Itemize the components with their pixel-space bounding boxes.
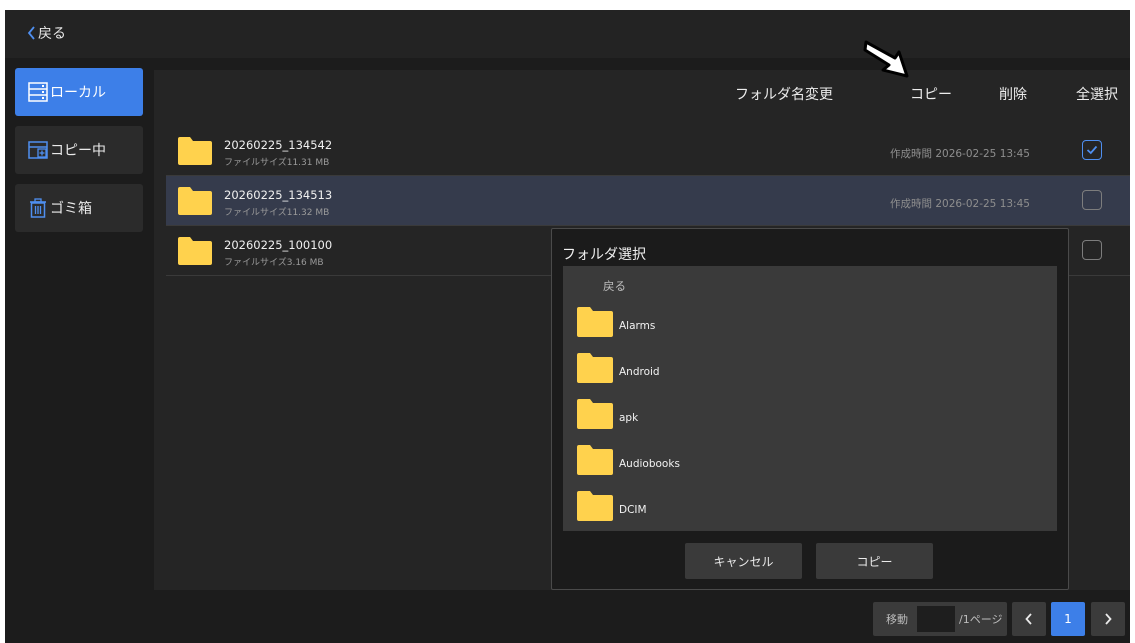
file-created-time: 作成時間 2026-02-25 13:45	[890, 198, 1030, 210]
folder-name: Audiobooks	[619, 458, 680, 470]
prev-page-button[interactable]	[1012, 602, 1046, 636]
folder-icon	[577, 491, 613, 525]
folder-name: Alarms	[619, 320, 656, 332]
sidebar: ローカル コピー中 ゴミ箱	[15, 68, 143, 242]
folder-icon	[577, 399, 613, 433]
app-screen: 戻る ローカル コピー中 ゴミ箱 フォルダ名変更 コピー 削除 全選択 2026…	[5, 10, 1130, 643]
sidebar-item-copying[interactable]: コピー中	[15, 126, 143, 174]
dialog-back-button[interactable]: 戻る	[603, 278, 626, 294]
folder-name: DCIM	[619, 504, 647, 516]
rename-folder-button[interactable]: フォルダ名変更	[735, 84, 833, 104]
file-row[interactable]: 20260225_134513 ファイルサイズ11.32 MB 作成時間 202…	[166, 176, 1130, 226]
folder-item-audiobooks[interactable]: Audiobooks	[577, 440, 1037, 480]
chevron-right-icon	[1105, 613, 1112, 625]
sidebar-item-label: コピー中	[50, 143, 106, 159]
copying-icon	[28, 140, 48, 160]
file-name: 20260225_134542	[224, 138, 333, 152]
cancel-button[interactable]: キャンセル	[685, 543, 802, 579]
folder-item-alarms[interactable]: Alarms	[577, 302, 1037, 342]
file-checkbox[interactable]	[1082, 240, 1102, 260]
file-size: ファイルサイズ3.16 MB	[224, 258, 324, 268]
goto-label: 移動	[886, 613, 908, 626]
folder-icon	[577, 445, 613, 479]
top-bar: 戻る	[5, 10, 1130, 58]
file-size: ファイルサイズ11.32 MB	[224, 208, 330, 218]
folder-name: apk	[619, 412, 639, 424]
file-checkbox[interactable]	[1082, 190, 1102, 210]
back-button[interactable]: 戻る	[27, 23, 66, 43]
select-all-button[interactable]: 全選択	[1076, 84, 1118, 104]
page-button-current[interactable]: 1	[1051, 602, 1085, 636]
toolbar: フォルダ名変更 コピー 削除 全選択	[154, 70, 1130, 118]
sidebar-item-trash[interactable]: ゴミ箱	[15, 184, 143, 232]
file-checkbox[interactable]	[1082, 140, 1102, 160]
page-number-input[interactable]	[917, 606, 955, 632]
storage-icon	[28, 82, 48, 102]
page-jump: 移動 /1ページ	[873, 602, 1007, 636]
total-pages-label: /1ページ	[959, 613, 1003, 626]
folder-select-dialog: フォルダ選択 戻る Alarms Android apk Audiobooks …	[551, 228, 1069, 590]
folder-list[interactable]: 戻る Alarms Android apk Audiobooks DCIM	[563, 266, 1057, 531]
sidebar-item-local[interactable]: ローカル	[15, 68, 143, 116]
sidebar-item-label: ゴミ箱	[50, 201, 92, 217]
folder-item-apk[interactable]: apk	[577, 394, 1037, 434]
file-size: ファイルサイズ11.31 MB	[224, 158, 330, 168]
folder-name: Android	[619, 366, 660, 378]
checkmark-icon	[1086, 145, 1098, 155]
folder-icon	[577, 307, 613, 341]
file-name: 20260225_134513	[224, 188, 333, 202]
folder-item-android[interactable]: Android	[577, 348, 1037, 388]
file-name: 20260225_100100	[224, 238, 333, 252]
file-created-time: 作成時間 2026-02-25 13:45	[890, 148, 1030, 160]
next-page-button[interactable]	[1091, 602, 1125, 636]
folder-icon	[577, 353, 613, 387]
chevron-left-icon	[27, 26, 36, 40]
folder-icon	[178, 237, 212, 269]
trash-icon	[28, 198, 48, 218]
folder-icon	[178, 187, 212, 219]
chevron-left-icon	[1025, 613, 1032, 625]
copy-button[interactable]: コピー	[910, 84, 952, 104]
back-label: 戻る	[38, 26, 66, 42]
dialog-copy-button[interactable]: コピー	[816, 543, 933, 579]
delete-button[interactable]: 削除	[999, 84, 1027, 104]
folder-icon	[178, 137, 212, 169]
sidebar-item-label: ローカル	[50, 85, 106, 101]
pointer-arrow-icon	[863, 38, 913, 84]
file-row[interactable]: 20260225_134542 ファイルサイズ11.31 MB 作成時間 202…	[166, 126, 1130, 176]
folder-item-dcim[interactable]: DCIM	[577, 486, 1037, 526]
dialog-title: フォルダ選択	[562, 247, 646, 263]
